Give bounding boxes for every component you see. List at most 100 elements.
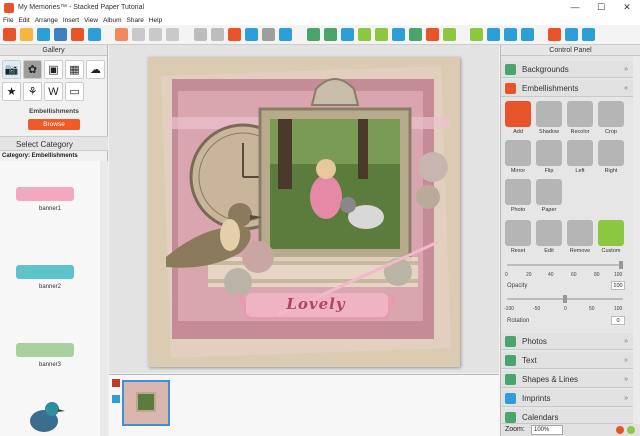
gallery-shapes-icon[interactable]: ▭: [65, 82, 84, 101]
page-thumbnail[interactable]: [122, 380, 170, 426]
control-panel-scrollbar[interactable]: [633, 56, 640, 424]
section-photos[interactable]: Photos »: [501, 333, 633, 350]
text-icon[interactable]: [358, 28, 371, 41]
open-album-icon[interactable]: [20, 28, 33, 41]
zoom-select[interactable]: 100%: [531, 425, 563, 435]
section-embellishments[interactable]: Embellishments «: [501, 80, 633, 97]
new-album-icon[interactable]: [3, 28, 16, 41]
crop-button[interactable]: [598, 101, 624, 127]
menu-album[interactable]: Album: [103, 17, 121, 24]
gallery-title: Gallery: [0, 45, 107, 56]
menu-edit[interactable]: Edit: [18, 17, 29, 24]
gallery-flower-icon[interactable]: ✿: [23, 60, 42, 79]
select-category-dropdown[interactable]: Select Category: [0, 136, 108, 151]
bring-front-icon[interactable]: [194, 28, 207, 41]
menu-file[interactable]: File: [3, 17, 13, 24]
grid-icon[interactable]: [149, 28, 162, 41]
copy-page-icon[interactable]: [115, 28, 128, 41]
banner3-thumbnail[interactable]: [16, 343, 74, 357]
save-icon[interactable]: [37, 28, 50, 41]
zoom-in-icon[interactable]: [616, 426, 624, 434]
support-icon[interactable]: [582, 28, 595, 41]
gallery-cloud-icon[interactable]: ☁: [86, 60, 105, 79]
page-settings-icon[interactable]: [262, 28, 275, 41]
check-icon[interactable]: [470, 28, 483, 41]
print-icon[interactable]: [504, 28, 517, 41]
page-title-text[interactable]: Lovely: [250, 295, 382, 317]
gallery-star-icon[interactable]: ★: [2, 82, 21, 101]
reset-button[interactable]: [505, 220, 531, 246]
flip-button[interactable]: [536, 140, 562, 166]
rotate-left-button[interactable]: [567, 140, 593, 166]
section-label: Backgrounds: [522, 65, 569, 74]
pen-icon[interactable]: [443, 28, 456, 41]
section-shapes-lines[interactable]: Shapes & Lines »: [501, 371, 633, 388]
wordart-icon[interactable]: [426, 28, 439, 41]
remove-button[interactable]: [567, 220, 593, 246]
zoom-out-icon[interactable]: [627, 426, 635, 434]
section-imprints[interactable]: Imprints »: [501, 390, 633, 407]
add-page-icon[interactable]: [245, 28, 258, 41]
photo-icon[interactable]: [324, 28, 337, 41]
edit-button[interactable]: [536, 220, 562, 246]
delete-icon[interactable]: [228, 28, 241, 41]
shapes-icon[interactable]: [375, 28, 388, 41]
filmstrip-add-icon[interactable]: [112, 395, 120, 403]
menu-help[interactable]: Help: [149, 17, 162, 24]
emboss-icon[interactable]: [409, 28, 422, 41]
send-back-icon[interactable]: [211, 28, 224, 41]
align-icon[interactable]: [166, 28, 179, 41]
gallery-scrollbar[interactable]: [100, 161, 108, 436]
maximize-button[interactable]: ☐: [588, 2, 614, 13]
add-embellishment-button[interactable]: [505, 101, 531, 127]
gallery-photo-icon[interactable]: ▦: [65, 60, 84, 79]
section-calendars[interactable]: Calendars: [501, 409, 633, 424]
filmstrip-color-swatch[interactable]: [112, 379, 120, 387]
help-icon[interactable]: [565, 28, 578, 41]
menu-share[interactable]: Share: [127, 17, 144, 24]
browse-button[interactable]: Browse: [28, 119, 80, 130]
gallery-item-label: banner2: [38, 284, 62, 290]
butterfly-icon[interactable]: [392, 28, 405, 41]
duplicate-icon[interactable]: [279, 28, 292, 41]
bird-thumbnail[interactable]: [22, 397, 66, 436]
close-button[interactable]: ✕: [614, 2, 640, 13]
opacity-value-input[interactable]: 100: [611, 281, 625, 290]
shadow-button[interactable]: [536, 101, 562, 127]
gallery-camera-icon[interactable]: 📷: [2, 60, 21, 79]
background-icon[interactable]: [307, 28, 320, 41]
rotate-right-button[interactable]: [598, 140, 624, 166]
camera-icon[interactable]: [341, 28, 354, 41]
banner1-thumbnail[interactable]: [16, 187, 74, 201]
opacity-slider-track[interactable]: [507, 264, 623, 266]
menu-view[interactable]: View: [84, 17, 98, 24]
cloud-icon[interactable]: [548, 28, 561, 41]
tool-label: Photo: [510, 207, 526, 213]
photo-fill-button[interactable]: [505, 179, 531, 205]
rotation-slider-handle[interactable]: [563, 295, 567, 303]
custom-button[interactable]: [598, 220, 624, 246]
export-icon[interactable]: [71, 28, 84, 41]
print-preview-icon[interactable]: [88, 28, 101, 41]
save-as-icon[interactable]: [54, 28, 67, 41]
mirror-button[interactable]: [505, 140, 531, 166]
opacity-slider-handle[interactable]: [619, 261, 623, 269]
layout-icon[interactable]: [132, 28, 145, 41]
gallery-image-icon[interactable]: ▣: [44, 60, 63, 79]
section-text[interactable]: Text »: [501, 352, 633, 369]
paper-fill-button[interactable]: [536, 179, 562, 205]
banner2-thumbnail[interactable]: [16, 265, 74, 279]
gallery-wordart-icon[interactable]: W: [44, 82, 63, 101]
section-backgrounds[interactable]: Backgrounds »: [501, 61, 633, 78]
video-icon[interactable]: [487, 28, 500, 41]
page-artwork: [148, 57, 460, 367]
share-icon[interactable]: [521, 28, 534, 41]
menu-arrange[interactable]: Arrange: [35, 17, 58, 24]
recolor-button[interactable]: [567, 101, 593, 127]
menu-insert[interactable]: Insert: [63, 17, 79, 24]
zoom-bar: Zoom: 100%: [501, 424, 640, 436]
scrapbook-page[interactable]: Lovely: [148, 57, 460, 367]
minimize-button[interactable]: —: [562, 2, 588, 13]
gallery-butterfly-icon[interactable]: ⚘: [23, 82, 42, 101]
rotation-value-input[interactable]: 0: [611, 316, 625, 325]
